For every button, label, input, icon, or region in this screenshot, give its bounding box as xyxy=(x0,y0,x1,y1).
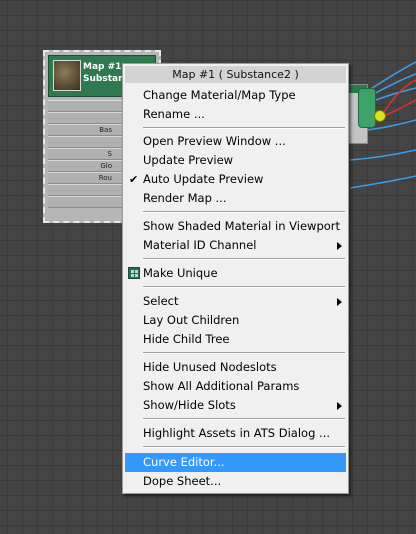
texture-thumbnail-icon xyxy=(53,60,81,91)
menu-item-rename[interactable]: Rename ... xyxy=(125,105,346,124)
menu-separator xyxy=(143,258,345,260)
menu-item-show-all-params[interactable]: Show All Additional Params xyxy=(125,377,346,396)
submenu-arrow-icon xyxy=(337,402,342,410)
menu-item-hide-unused-nodeslots[interactable]: Hide Unused Nodeslots xyxy=(125,358,346,377)
menu-separator xyxy=(143,446,345,448)
submenu-arrow-icon xyxy=(337,242,342,250)
checkmark-icon: ✔ xyxy=(129,173,139,186)
menu-separator xyxy=(143,211,345,213)
menu-item-select[interactable]: Select xyxy=(125,292,346,311)
menu-separator xyxy=(143,418,345,420)
menu-item-show-shaded[interactable]: Show Shaded Material in Viewport xyxy=(125,217,346,236)
menu-item-hide-child-tree[interactable]: Hide Child Tree xyxy=(125,330,346,349)
menu-item-change-material[interactable]: Change Material/Map Type xyxy=(125,86,346,105)
menu-item-update-preview[interactable]: Update Preview xyxy=(125,151,346,170)
menu-item-lay-out-children[interactable]: Lay Out Children xyxy=(125,311,346,330)
node-context-menu: Map #1 ( Substance2 ) Change Material/Ma… xyxy=(122,63,349,494)
menu-item-open-preview[interactable]: Open Preview Window ... xyxy=(125,132,346,151)
menu-item-auto-update-preview[interactable]: ✔ Auto Update Preview xyxy=(125,170,346,189)
menu-title: Map #1 ( Substance2 ) xyxy=(125,66,346,83)
target-node-output-tab[interactable] xyxy=(358,88,376,128)
menu-item-render-map[interactable]: Render Map ... xyxy=(125,189,346,208)
menu-item-show-hide-slots[interactable]: Show/Hide Slots xyxy=(125,396,346,415)
submenu-arrow-icon xyxy=(337,298,342,306)
menu-item-dope-sheet[interactable]: Dope Sheet... xyxy=(125,472,346,491)
menu-item-highlight-assets[interactable]: Highlight Assets in ATS Dialog ... xyxy=(125,424,346,443)
menu-item-make-unique[interactable]: Make Unique xyxy=(125,264,346,283)
menu-item-material-id-channel[interactable]: Material ID Channel xyxy=(125,236,346,255)
menu-separator xyxy=(143,286,345,288)
output-socket-dot[interactable] xyxy=(374,110,386,122)
make-unique-icon xyxy=(128,267,140,279)
menu-separator xyxy=(143,352,345,354)
menu-item-curve-editor[interactable]: Curve Editor... xyxy=(125,453,346,472)
menu-separator xyxy=(143,127,345,129)
